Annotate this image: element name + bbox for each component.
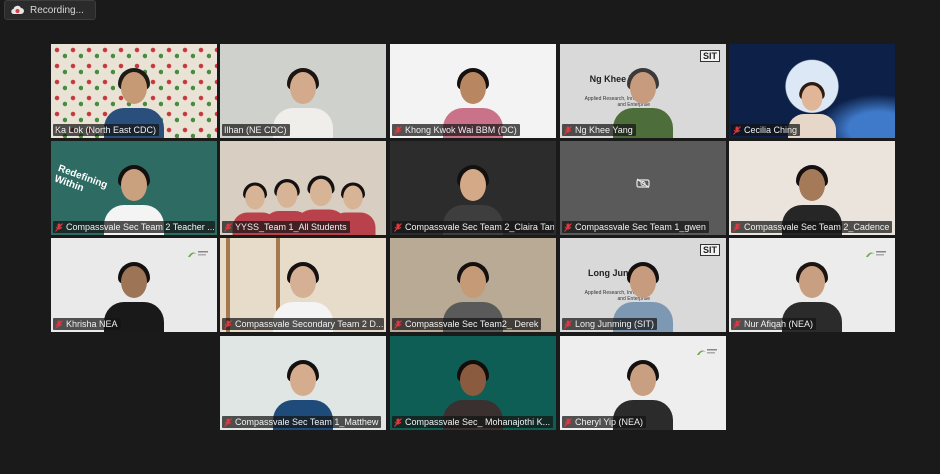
participant-name: Ilhan (NE CDC) — [224, 125, 287, 135]
participant-tile[interactable]: Redefining Within Compassvale Sec Team 2 … — [51, 141, 217, 235]
participant-name-label: Long Junming (SIT) — [562, 318, 658, 330]
participant-name: Compassvale Sec Team 2 Teacher ... — [66, 222, 215, 232]
participant-name: Compassvale Sec_ Mohanajothi K... — [405, 417, 551, 427]
muted-mic-icon — [733, 222, 741, 232]
nea-logo-icon — [696, 344, 718, 355]
muted-mic-icon — [564, 417, 572, 427]
cloud-record-icon — [11, 5, 24, 15]
participant-name-label: Ka Lok (North East CDC) — [53, 124, 160, 136]
nea-logo-icon — [187, 246, 209, 257]
participant-tile[interactable]: Compassvale Sec Team 1_gwen — [560, 141, 726, 235]
participant-tile[interactable]: SIT Long Junming Applied Research, Innovat… — [560, 238, 726, 332]
participant-tile[interactable]: Compassvale Sec Team2_ Derek — [390, 238, 556, 332]
participant-name: Cheryl Yip (NEA) — [575, 417, 644, 427]
recording-label: Recording... — [30, 4, 84, 16]
participant-name-label: Nur Afiqah (NEA) — [731, 318, 817, 330]
participant-name: Compassvale Sec Team 1_gwen — [575, 222, 706, 232]
participant-tile[interactable]: Cheryl Yip (NEA) — [560, 336, 726, 430]
muted-mic-icon — [55, 222, 63, 232]
participant-name: Compassvale Sec Team 2_Cadence — [744, 222, 890, 232]
participant-tile[interactable]: Ka Lok (North East CDC) — [51, 44, 217, 138]
participant-name: Compassvale Sec Team 1_Matthew — [235, 417, 379, 427]
participant-name-label: Khrisha NEA — [53, 318, 121, 330]
participant-name-label: Compassvale Sec Team 1_Matthew — [222, 416, 382, 428]
participant-name: Ka Lok (North East CDC) — [55, 125, 157, 135]
muted-mic-icon — [394, 319, 402, 329]
nea-logo-icon — [865, 246, 887, 257]
muted-mic-icon — [564, 222, 572, 232]
participant-name: Khrisha NEA — [66, 319, 118, 329]
participant-name-label: Compassvale Sec Team 2_Cadence — [731, 221, 893, 233]
participant-name: Compassvale Sec Team2_ Derek — [405, 319, 539, 329]
muted-mic-icon — [224, 319, 232, 329]
participant-name: YYSS_Team 1_All Students — [235, 222, 347, 232]
participant-name: Ng Khee Yang — [575, 125, 633, 135]
participant-name-label: Compassvale Secondary Team 2 D... — [222, 318, 384, 330]
participant-name-label: Ng Khee Yang — [562, 124, 636, 136]
participant-tile[interactable]: Compassvale Sec_ Mohanajothi K... — [390, 336, 556, 430]
participant-name: Compassvale Secondary Team 2 D... — [235, 319, 384, 329]
muted-mic-icon — [564, 319, 572, 329]
participant-name-label: Ilhan (NE CDC) — [222, 124, 290, 136]
participant-name: Compassvale Sec Team 2_Claira Tan — [405, 222, 554, 232]
muted-mic-icon — [394, 417, 402, 427]
participant-name-label: Cecilia Ching — [731, 124, 801, 136]
participant-name: Long Junming (SIT) — [575, 319, 655, 329]
muted-mic-icon — [733, 125, 741, 135]
muted-mic-icon — [564, 125, 572, 135]
participant-tile[interactable]: Compassvale Sec Team 1_Matthew — [220, 336, 386, 430]
muted-mic-icon — [224, 222, 232, 232]
participant-name-label: Compassvale Sec Team 2 Teacher ... — [53, 221, 215, 233]
participant-name: Cecilia Ching — [744, 125, 798, 135]
participant-tile[interactable]: SIT Ng Khee Yang Applied Research, Innovat… — [560, 44, 726, 138]
participant-tile[interactable]: Khrisha NEA — [51, 238, 217, 332]
muted-mic-icon — [394, 125, 402, 135]
recording-indicator[interactable]: Recording... — [4, 0, 96, 20]
muted-mic-icon — [224, 417, 232, 427]
participant-tile[interactable]: Cecilia Ching — [729, 44, 895, 138]
participant-name: Nur Afiqah (NEA) — [744, 319, 814, 329]
sit-logo: SIT — [699, 50, 720, 62]
participant-name: Khong Kwok Wai BBM (DC) — [405, 125, 517, 135]
participant-name-label: Compassvale Sec Team 1_gwen — [562, 221, 709, 233]
participant-tile[interactable]: Nur Afiqah (NEA) — [729, 238, 895, 332]
participant-tile[interactable]: Khong Kwok Wai BBM (DC) — [390, 44, 556, 138]
participant-name-label: Compassvale Sec Team2_ Derek — [392, 318, 542, 330]
participant-name-label: Compassvale Sec Team 2_Claira Tan — [392, 221, 554, 233]
participant-tile[interactable]: YYSS_Team 1_All Students — [220, 141, 386, 235]
camera-off-icon — [636, 175, 650, 189]
muted-mic-icon — [733, 319, 741, 329]
participant-name-label: Khong Kwok Wai BBM (DC) — [392, 124, 520, 136]
participant-tile[interactable]: Compassvale Secondary Team 2 D... — [220, 238, 386, 332]
participant-name-label: Cheryl Yip (NEA) — [562, 416, 647, 428]
participant-tile[interactable]: Ilhan (NE CDC) — [220, 44, 386, 138]
muted-mic-icon — [394, 222, 402, 232]
participant-tile[interactable]: Compassvale Sec Team 2_Claira Tan — [390, 141, 556, 235]
sit-logo: SIT — [699, 244, 720, 256]
muted-mic-icon — [55, 319, 63, 329]
participant-name-label: Compassvale Sec_ Mohanajothi K... — [392, 416, 554, 428]
participant-tile[interactable]: Compassvale Sec Team 2_Cadence — [729, 141, 895, 235]
participant-name-label: YYSS_Team 1_All Students — [222, 221, 350, 233]
video-grid: Ka Lok (North East CDC) Ilhan (NE CDC) Kho… — [0, 0, 940, 474]
